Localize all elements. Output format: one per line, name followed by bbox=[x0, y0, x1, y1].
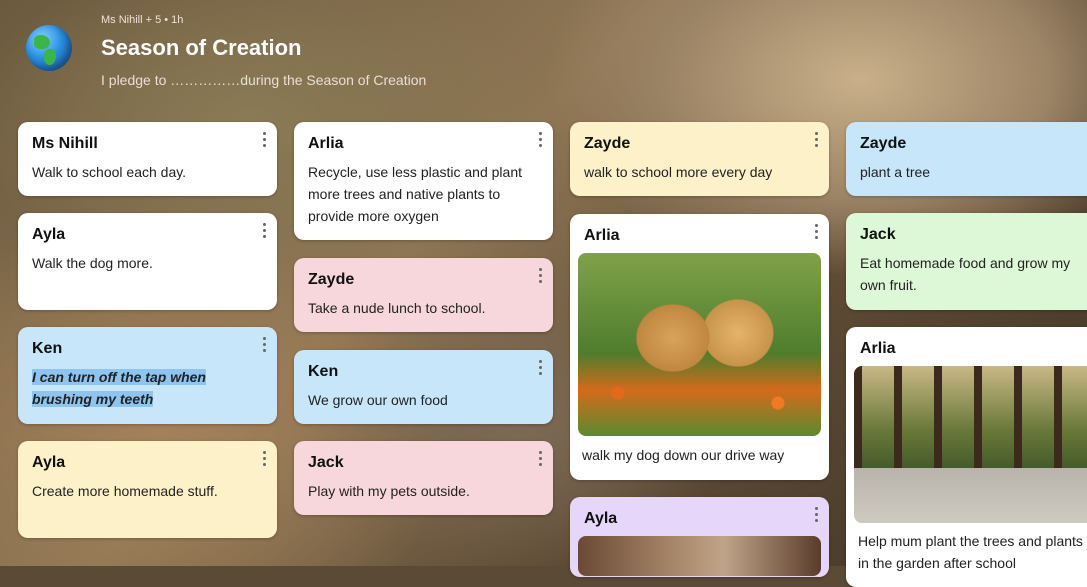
post-card[interactable]: Jack Play with my pets outside. bbox=[294, 441, 553, 515]
post-text: Walk the dog more. bbox=[32, 255, 153, 271]
post-author: Arlia bbox=[584, 227, 620, 244]
post-author: Zayde bbox=[308, 271, 355, 288]
post-text: Recycle, use less plastic and plant more… bbox=[308, 164, 522, 224]
more-options-icon[interactable] bbox=[539, 132, 543, 148]
more-options-icon[interactable] bbox=[539, 451, 543, 467]
post-author: Zayde bbox=[584, 135, 631, 152]
post-text: Eat homemade food and grow my own fruit. bbox=[860, 255, 1071, 293]
more-options-icon[interactable] bbox=[263, 337, 267, 353]
post-author: Ms Nihill bbox=[32, 135, 98, 152]
post-card[interactable]: Zayde walk to school more every day bbox=[570, 122, 829, 196]
more-options-icon[interactable] bbox=[815, 224, 819, 240]
more-options-icon[interactable] bbox=[263, 451, 267, 467]
post-text: Play with my pets outside. bbox=[308, 483, 470, 499]
post-card[interactable]: Zayde plant a tree bbox=[846, 122, 1087, 196]
post-author: Ayla bbox=[584, 510, 618, 527]
post-text: Walk to school each day. bbox=[32, 164, 187, 180]
board-title: Season of Creation bbox=[101, 35, 302, 60]
post-text: We grow our own food bbox=[308, 392, 448, 408]
post-author: Ayla bbox=[32, 454, 66, 471]
post-author: Zayde bbox=[860, 135, 907, 152]
post-text: I can turn off the tap when brushing my … bbox=[32, 366, 263, 410]
post-author: Arlia bbox=[308, 135, 344, 152]
board-subtitle: I pledge to ……………during the Season of Cr… bbox=[101, 72, 427, 88]
post-card[interactable]: Jack Eat homemade food and grow my own f… bbox=[846, 213, 1087, 310]
globe-icon bbox=[26, 25, 72, 71]
post-text: walk to school more every day bbox=[584, 164, 773, 180]
post-card[interactable]: Ken We grow our own food bbox=[294, 350, 553, 424]
post-author: Ken bbox=[32, 340, 63, 357]
more-options-icon[interactable] bbox=[263, 132, 267, 148]
post-text: Take a nude lunch to school. bbox=[308, 300, 486, 316]
board-meta: Ms Nihill + 5 • 1h bbox=[101, 14, 184, 26]
post-author: Jack bbox=[860, 226, 896, 243]
post-text: plant a tree bbox=[860, 164, 931, 180]
post-card[interactable]: Ayla Create more homemade stuff. bbox=[18, 441, 277, 538]
post-text: Help mum plant the trees and plants in t… bbox=[858, 533, 1083, 571]
post-card[interactable]: Ken I can turn off the tap when brushing… bbox=[18, 327, 277, 424]
more-options-icon[interactable] bbox=[539, 268, 543, 284]
post-image[interactable] bbox=[578, 536, 821, 576]
board-header: Ms Nihill + 5 • 1h Season of Creation I … bbox=[20, 0, 720, 110]
post-card[interactable]: Ayla bbox=[570, 497, 829, 577]
post-card[interactable]: Zayde Take a nude lunch to school. bbox=[294, 258, 553, 332]
post-author: Jack bbox=[308, 454, 344, 471]
more-options-icon[interactable] bbox=[539, 360, 543, 376]
post-image[interactable] bbox=[578, 253, 821, 436]
post-card[interactable]: Ayla Walk the dog more. bbox=[18, 213, 277, 310]
post-card[interactable]: Arlia Help mum plant the trees and plant… bbox=[846, 327, 1087, 587]
post-text: Create more homemade stuff. bbox=[32, 483, 218, 499]
selected-text: I can turn off the tap when brushing my … bbox=[32, 369, 206, 407]
post-author: Ayla bbox=[32, 226, 66, 243]
post-card[interactable]: Ms Nihill Walk to school each day. bbox=[18, 122, 277, 196]
post-card[interactable]: Arlia walk my dog down our drive way bbox=[570, 214, 829, 480]
more-options-icon[interactable] bbox=[815, 507, 819, 523]
more-options-icon[interactable] bbox=[263, 223, 267, 239]
post-card[interactable]: Arlia Recycle, use less plastic and plan… bbox=[294, 122, 553, 240]
post-image[interactable] bbox=[854, 366, 1087, 523]
more-options-icon[interactable] bbox=[815, 132, 819, 148]
post-author: Arlia bbox=[860, 340, 896, 357]
post-text: walk my dog down our drive way bbox=[582, 447, 785, 463]
post-author: Ken bbox=[308, 363, 339, 380]
